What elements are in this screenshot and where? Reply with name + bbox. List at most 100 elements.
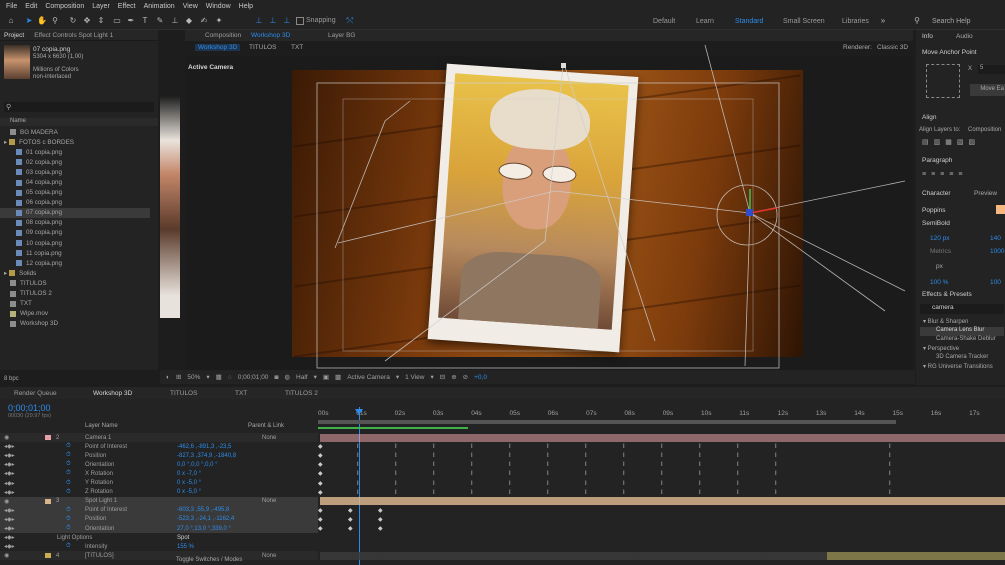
project-item[interactable]: 01 copia.png <box>0 147 150 157</box>
keyframe[interactable]: I <box>471 490 473 496</box>
keyframe[interactable]: I <box>471 462 473 468</box>
leading-value[interactable]: 140 <box>990 235 1001 242</box>
keyframe[interactable]: I <box>357 453 359 459</box>
stopwatch-icon[interactable]: ⏱ <box>66 480 71 487</box>
tab-composition-label[interactable]: Composition <box>205 32 241 39</box>
reset-exposure-icon[interactable]: ⊘ <box>463 373 468 381</box>
text-tool-icon[interactable]: T <box>140 16 150 26</box>
effect-item[interactable]: Camera Lens Blur <box>920 327 1004 336</box>
snap-options-icon[interactable]: ⤲ <box>345 16 355 26</box>
keyframe[interactable]: I <box>889 481 891 487</box>
align-buttons-icon[interactable]: ▤▥▦▧▨ <box>922 138 980 146</box>
keyframe[interactable]: ◆ <box>378 526 383 532</box>
workspace-standard[interactable]: Standard <box>735 18 763 25</box>
keyframe[interactable]: I <box>661 481 663 487</box>
keyframe[interactable]: I <box>889 471 891 477</box>
keyframe[interactable]: I <box>395 481 397 487</box>
keyframe[interactable]: I <box>585 453 587 459</box>
keyframe-nav-icon[interactable]: ◂◆▸ <box>4 516 15 523</box>
timeline-property-row[interactable]: ◂◆▸ ⏱ X Rotation 0 x -7,0 ° <box>0 469 318 478</box>
anchor-x-input[interactable]: 5 <box>978 65 1005 74</box>
resolution-grid-icon[interactable]: ▦ <box>216 373 222 381</box>
keyframe[interactable]: I <box>433 481 435 487</box>
label-color-swatch[interactable] <box>45 435 51 440</box>
keyframe[interactable]: ◆ <box>318 508 323 514</box>
property-keyframe-lane[interactable] <box>320 515 1005 523</box>
tab-project[interactable]: Project <box>4 32 24 39</box>
menu-edit[interactable]: Edit <box>25 3 37 10</box>
flowchart-icon[interactable]: ⊕ <box>451 373 456 381</box>
workspace-libraries[interactable]: Libraries <box>842 18 869 25</box>
workspace-overflow-icon[interactable]: » <box>878 16 888 26</box>
keyframe[interactable]: I <box>357 481 359 487</box>
keyframe[interactable]: I <box>623 453 625 459</box>
keyframe[interactable]: I <box>889 462 891 468</box>
keyframe[interactable]: I <box>471 481 473 487</box>
keyframe[interactable]: I <box>775 462 777 468</box>
paragraph-align-icon[interactable]: ≡≡≡≡≡ <box>922 171 967 178</box>
toggle-pixel-icon[interactable]: ⊟ <box>440 373 445 381</box>
project-item[interactable]: BG MADERA <box>0 127 150 137</box>
font-family-select[interactable]: Poppins <box>922 207 946 214</box>
keyframe[interactable]: I <box>623 462 625 468</box>
home-icon[interactable]: ⌂ <box>6 16 16 26</box>
snapping-checkbox[interactable] <box>296 17 304 25</box>
keyframe[interactable]: I <box>547 444 549 450</box>
info-tab-label[interactable]: Info <box>922 33 933 40</box>
effect-item[interactable]: 3D Camera Tracker <box>920 354 1004 363</box>
stopwatch-icon[interactable]: ⏱ <box>66 443 71 450</box>
snapshot-icon[interactable]: ◐ <box>166 374 170 381</box>
keyframe[interactable]: I <box>395 444 397 450</box>
keyframe[interactable]: I <box>699 453 701 459</box>
keyframe[interactable]: I <box>699 490 701 496</box>
property-keyframe-lane[interactable] <box>320 506 1005 514</box>
search-icon[interactable]: ⚲ <box>912 16 922 26</box>
keyframe[interactable]: ◆ <box>318 471 323 477</box>
keyframe[interactable]: I <box>737 453 739 459</box>
align-to-select[interactable]: Composition <box>968 127 1001 133</box>
keyframe[interactable]: I <box>889 453 891 459</box>
menu-file[interactable]: File <box>6 3 17 10</box>
keyframe[interactable]: I <box>623 481 625 487</box>
pan-tool-icon[interactable]: ✥ <box>82 16 92 26</box>
anchor-grid[interactable] <box>926 64 960 98</box>
timeline-property-row[interactable]: ◂◆▸ ⏱ Point of Interest -603,3 ,55,9 ,-495,… <box>0 505 318 515</box>
property-value[interactable]: -462,6 ,-891,3 ,-23,5 <box>177 444 231 450</box>
parent-select[interactable]: None <box>262 498 276 504</box>
view-axis-icon[interactable]: ⊥ <box>282 16 292 26</box>
pen-tool-icon[interactable]: ✒ <box>126 16 136 26</box>
keyframe[interactable]: I <box>623 490 625 496</box>
light-type-select[interactable]: Spot <box>177 535 189 541</box>
keyframe[interactable]: I <box>471 444 473 450</box>
camera-select[interactable]: Active Camera <box>347 374 390 381</box>
toggle-switches-modes[interactable]: Toggle Switches / Modes <box>176 557 242 563</box>
keyframe[interactable]: ◆ <box>318 453 323 459</box>
timeline-property-row[interactable]: ◂◆▸ ⏱ Orientation 27,0 °,13,0 °,339,0 ° <box>0 524 318 533</box>
stroke-unit[interactable]: px <box>936 263 943 270</box>
project-item[interactable]: 02 copia.png <box>0 157 150 167</box>
project-item[interactable]: 10 copia.png <box>0 238 150 248</box>
keyframe[interactable]: I <box>471 471 473 477</box>
project-item[interactable]: 07 copia.png <box>0 207 150 218</box>
menu-window[interactable]: Window <box>206 3 231 10</box>
property-value[interactable]: -827,3 ,374,9 ,-1840,8 <box>177 453 236 459</box>
keyframe-nav-icon[interactable]: ◂◆▸ <box>4 543 15 550</box>
stopwatch-icon[interactable]: ⏱ <box>66 452 71 459</box>
visibility-eye-icon[interactable]: ◉ <box>4 498 9 505</box>
keyframe[interactable]: I <box>699 444 701 450</box>
timeline-property-row[interactable]: ◂◆▸ ⏱ Position -523,3 ,-24,1 ,-1162,4 <box>0 514 318 524</box>
keyframe[interactable]: I <box>661 444 663 450</box>
property-value[interactable]: -603,3 ,55,9 ,-495,8 <box>177 507 229 513</box>
move-anchor-button[interactable]: Move Ea <box>970 84 1005 96</box>
property-value[interactable]: 0 x -5,0 ° <box>177 480 201 486</box>
keyframe[interactable]: I <box>395 471 397 477</box>
timeline-layer-row[interactable]: ◉ 3 Spot Light 1 None <box>0 496 318 506</box>
timeline-property-row[interactable]: ◂◆▸ ⏱ Y Rotation 0 x -5,0 ° <box>0 479 318 488</box>
keyframe-nav-icon[interactable]: ◂◆▸ <box>4 443 15 450</box>
timeline-timecode[interactable]: 0;00;01;00 <box>8 403 51 413</box>
workspace-small-screen[interactable]: Small Screen <box>783 18 825 25</box>
hand-tool-icon[interactable]: ✋ <box>37 16 47 26</box>
keyframe[interactable]: I <box>775 471 777 477</box>
timeline-property-row[interactable]: ◂◆▸ Light Options Spot <box>0 533 318 542</box>
stopwatch-icon[interactable]: ⏱ <box>66 525 71 532</box>
